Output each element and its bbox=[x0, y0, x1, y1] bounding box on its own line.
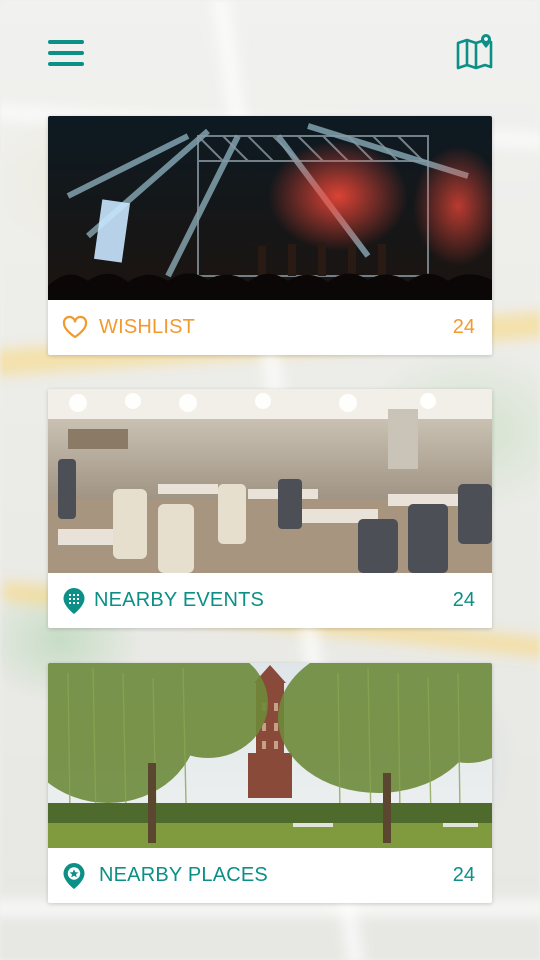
restaurant-hall-photo bbox=[48, 389, 492, 573]
wishlist-label: WISHLIST bbox=[99, 316, 196, 338]
park-tower-photo bbox=[48, 663, 492, 848]
wishlist-card[interactable]: WISHLIST 24 bbox=[48, 116, 492, 355]
nearby-events-card[interactable]: NEARBY EVENTS 24 bbox=[48, 389, 492, 628]
star-pin-icon bbox=[62, 862, 86, 890]
top-bar bbox=[0, 0, 540, 100]
nearby-events-count: 24 bbox=[452, 589, 475, 611]
nearby-events-footer: NEARBY EVENTS 24 bbox=[48, 573, 492, 628]
heart-icon bbox=[62, 315, 88, 341]
wishlist-footer: WISHLIST 24 bbox=[48, 300, 492, 355]
hamburger-menu-icon[interactable] bbox=[48, 40, 84, 66]
calendar-pin-icon bbox=[62, 587, 86, 615]
nearby-events-label: NEARBY EVENTS bbox=[94, 589, 265, 611]
nearby-places-card[interactable]: NEARBY PLACES 24 bbox=[48, 663, 492, 903]
nearby-places-count: 24 bbox=[452, 864, 475, 886]
wishlist-count: 24 bbox=[452, 316, 475, 338]
concert-stage-photo bbox=[48, 116, 492, 300]
nearby-places-label: NEARBY PLACES bbox=[99, 864, 268, 886]
nearby-places-footer: NEARBY PLACES 24 bbox=[48, 848, 492, 903]
map-pin-icon[interactable] bbox=[455, 33, 495, 71]
